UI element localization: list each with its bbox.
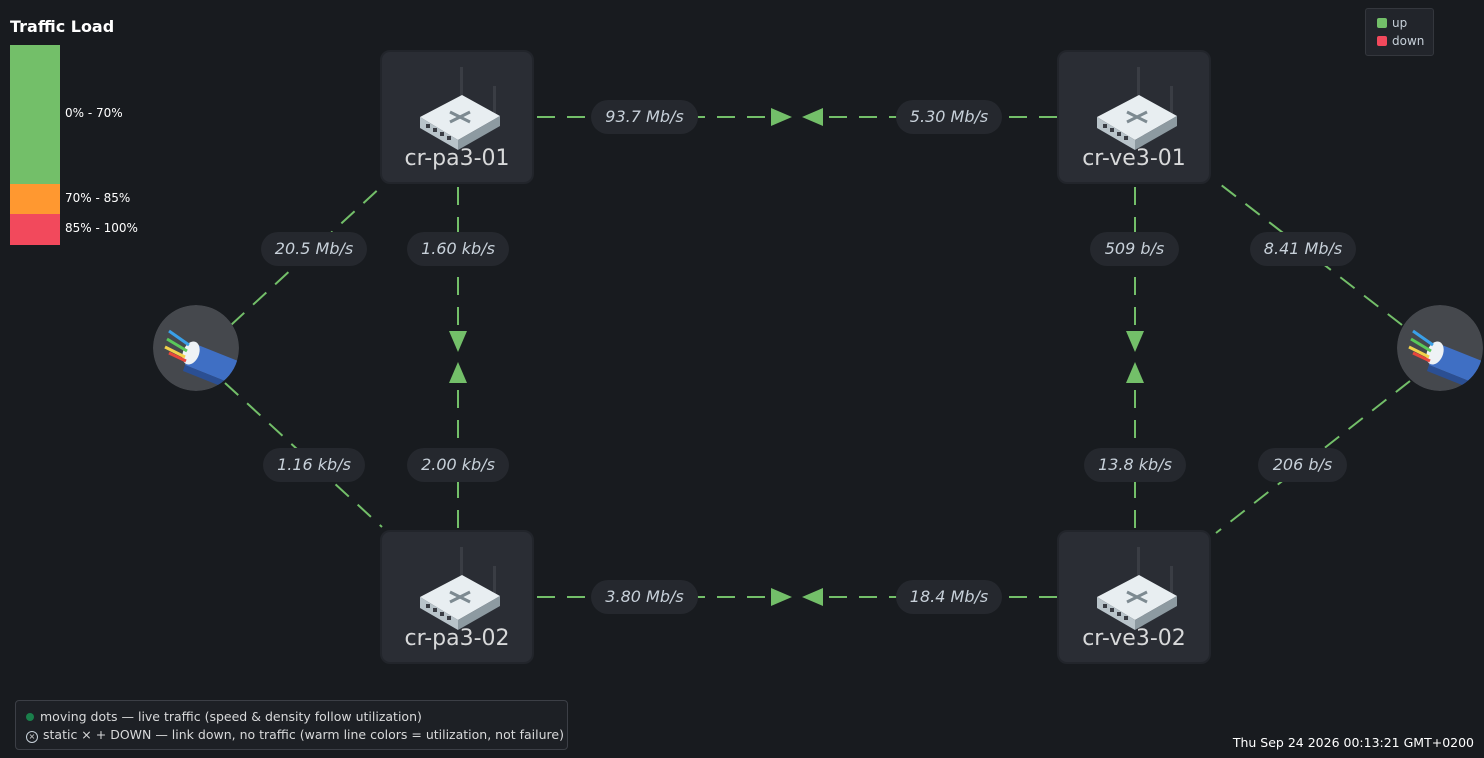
arrow-head — [1126, 362, 1144, 383]
rate-cl-pa2[interactable]: 1.16 kb/s — [263, 448, 365, 482]
help-down-text: static × + DOWN — link down, no traffic … — [43, 727, 564, 742]
node-fiber-right[interactable] — [1397, 305, 1483, 391]
rate-pa1-pa2-out[interactable]: 1.60 kb/s — [407, 232, 509, 266]
load-band-mid-label: 70% - 85% — [65, 191, 131, 205]
down-x-icon: × — [26, 731, 38, 743]
router-icon — [1097, 547, 1177, 630]
live-dot-icon — [26, 713, 34, 721]
node-cr-ve3-01[interactable]: cr-ve3-01 — [1057, 50, 1211, 184]
rate-ve1-ve2-in[interactable]: 13.8 kb/s — [1084, 448, 1186, 482]
help-live-text: moving dots — live traffic (speed & dens… — [40, 709, 422, 724]
status-legend: up down — [1365, 8, 1434, 56]
legend-down: down — [1377, 34, 1424, 48]
node-fiber-left[interactable] — [153, 305, 239, 391]
node-label: cr-pa3-02 — [404, 626, 510, 651]
help-legend: moving dots — live traffic (speed & dens… — [15, 700, 568, 750]
load-band-low-swatch — [10, 45, 60, 184]
node-cr-pa3-02[interactable]: cr-pa3-02 — [380, 530, 534, 664]
legend-up: up — [1377, 16, 1407, 30]
node-label: cr-ve3-01 — [1082, 146, 1186, 171]
load-band-low-label: 0% - 70% — [65, 106, 123, 120]
arrow-head — [1126, 331, 1144, 352]
arrow-head — [802, 108, 823, 126]
arrow-head — [771, 588, 792, 606]
load-band-high-swatch — [10, 214, 60, 245]
rate-pa1-pa2-in[interactable]: 2.00 kb/s — [407, 448, 509, 482]
arrow-head — [802, 588, 823, 606]
fiber-cable-icon — [1397, 305, 1483, 391]
help-live: moving dots — live traffic (speed & dens… — [26, 709, 422, 724]
arrow-head — [771, 108, 792, 126]
rate-pa1-ve1-out[interactable]: 93.7 Mb/s — [591, 100, 698, 134]
legend-down-swatch — [1377, 36, 1387, 46]
router-icon — [420, 67, 500, 150]
rate-pa1-ve1-in[interactable]: 5.30 Mb/s — [896, 100, 1002, 134]
node-label: cr-pa3-01 — [404, 146, 510, 171]
node-cr-ve3-02[interactable]: cr-ve3-02 — [1057, 530, 1211, 664]
node-cr-pa3-01[interactable]: cr-pa3-01 — [380, 50, 534, 184]
rate-cr-ve2[interactable]: 206 b/s — [1258, 448, 1347, 482]
node-label: cr-ve3-02 — [1082, 626, 1186, 651]
legend-up-swatch — [1377, 18, 1387, 28]
help-down: × static × + DOWN — link down, no traffic… — [26, 727, 564, 743]
rate-cr-ve1[interactable]: 8.41 Mb/s — [1250, 232, 1356, 266]
arrow-head — [449, 362, 467, 383]
arrow-head — [449, 331, 467, 352]
router-icon — [1097, 67, 1177, 150]
legend-up-label: up — [1392, 16, 1408, 30]
traffic-load-title: Traffic Load — [10, 17, 115, 36]
rate-pa2-ve2-in[interactable]: 18.4 Mb/s — [896, 580, 1002, 614]
rate-cl-pa1[interactable]: 20.5 Mb/s — [261, 232, 367, 266]
load-band-high-label: 85% - 100% — [65, 221, 138, 235]
router-icon — [420, 547, 500, 630]
legend-down-label: down — [1392, 34, 1425, 48]
timestamp: Thu Sep 24 2026 00:13:21 GMT+0200 — [1232, 735, 1474, 750]
rate-pa2-ve2-out[interactable]: 3.80 Mb/s — [591, 580, 698, 614]
rate-ve1-ve2-out[interactable]: 509 b/s — [1090, 232, 1179, 266]
fiber-cable-icon — [153, 305, 239, 391]
load-band-mid-swatch — [10, 184, 60, 214]
